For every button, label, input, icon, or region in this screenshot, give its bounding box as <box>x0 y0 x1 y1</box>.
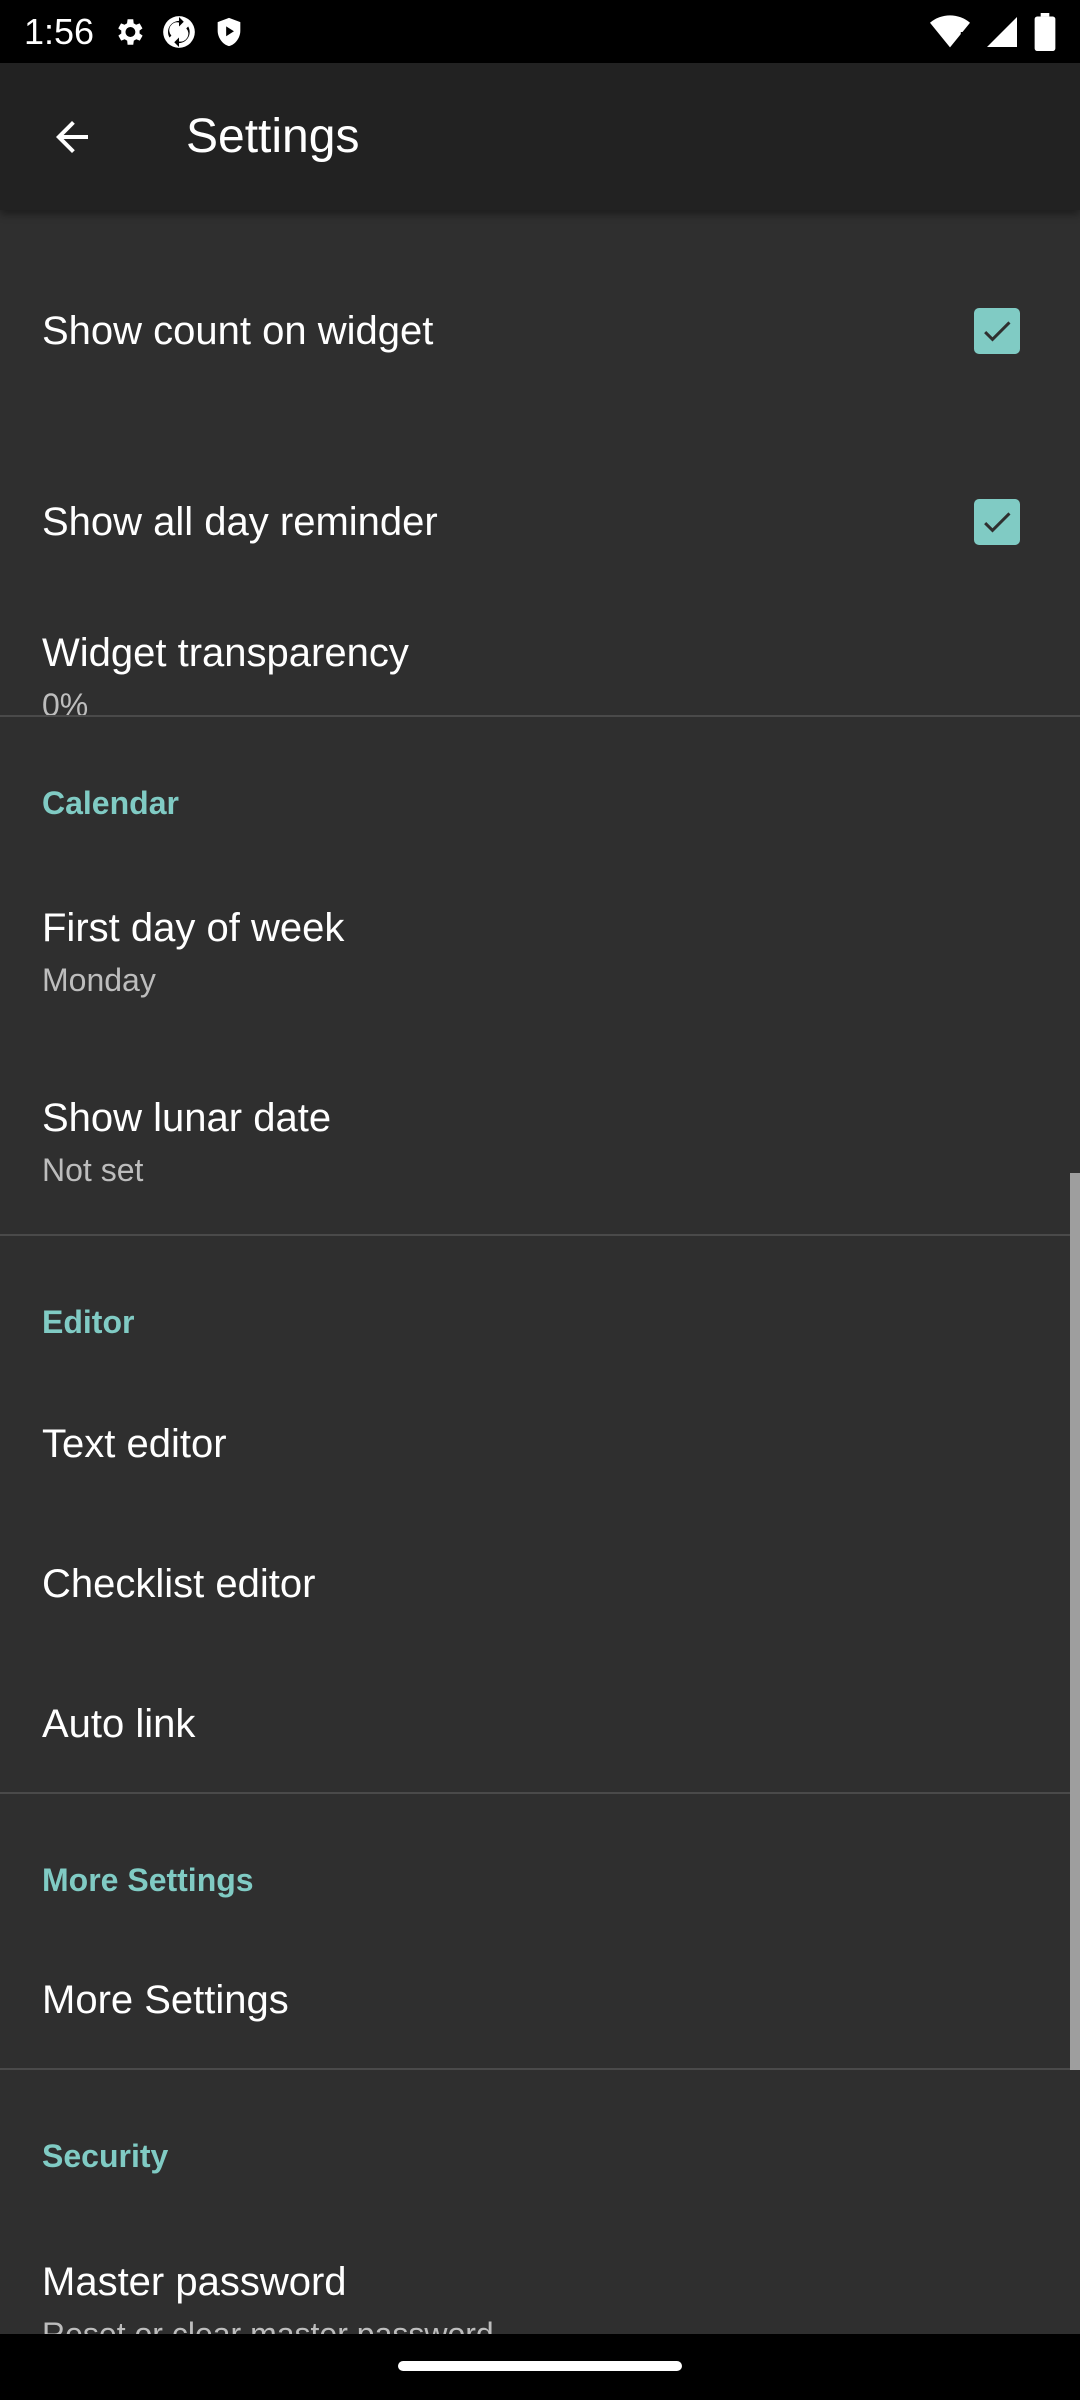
pref-title: Auto link <box>42 1702 196 1746</box>
divider <box>0 1234 1080 1236</box>
pref-master-password[interactable]: Master password Reset or clear master pa… <box>0 2210 1080 2335</box>
pref-text: First day of week Monday <box>42 904 344 999</box>
checkmark-icon <box>984 512 1011 533</box>
pref-widget-transparency[interactable]: Widget transparency 0% <box>0 592 1080 760</box>
status-bar: 1:56 <box>0 0 1080 63</box>
pref-text: Checklist editor <box>42 1560 315 1608</box>
pref-summary: Not set <box>42 1151 144 1188</box>
pref-title: Master password <box>42 2259 347 2304</box>
gear-icon <box>118 18 143 45</box>
show-all-day-checkbox[interactable] <box>974 499 1020 545</box>
pref-title: Checklist editor <box>42 1562 316 1606</box>
category-security: Security <box>42 2138 169 2174</box>
pref-text-editor[interactable]: Text editor <box>0 1374 1080 1514</box>
pref-text: Show count on widget <box>42 307 433 355</box>
pref-checklist-editor[interactable]: Checklist editor <box>0 1514 1080 1654</box>
divider <box>0 1792 1080 1794</box>
pref-title: Show count on widget <box>42 309 434 353</box>
pref-show-count-on-widget[interactable]: Show count on widget <box>0 210 1080 452</box>
shield-play-icon <box>217 17 241 46</box>
pref-title: Show lunar date <box>42 1095 332 1140</box>
category-more-settings: More Settings <box>42 1862 254 1898</box>
pref-more-settings[interactable]: More Settings <box>0 1930 1080 2070</box>
pref-text: Show all day reminder <box>42 498 438 546</box>
pref-summary: 0% <box>42 686 89 723</box>
battery-icon <box>1034 12 1056 51</box>
pref-title: More Settings <box>42 1978 289 2022</box>
pref-title: Show all day reminder <box>42 500 438 544</box>
scrollbar[interactable] <box>1070 1173 1080 2070</box>
back-button[interactable] <box>24 89 120 185</box>
arrow-left-icon <box>56 120 88 153</box>
pref-text: More Settings <box>42 1976 289 2024</box>
settings-list[interactable]: Show count on widget Show all day remind… <box>0 210 1080 2334</box>
status-icons-right <box>930 12 1056 51</box>
sync-icon <box>163 15 195 48</box>
status-time: 1:56 <box>24 10 95 52</box>
pref-text: Show lunar date Not set <box>42 1094 331 1189</box>
pref-text: Master password Reset or clear master pa… <box>42 2258 494 2335</box>
pref-summary: Reset or clear master password <box>42 2315 494 2335</box>
pref-title: First day of week <box>42 905 345 950</box>
pref-text: Text editor <box>42 1420 227 1468</box>
pref-title: Widget transparency <box>42 630 409 675</box>
pref-show-lunar-date[interactable]: Show lunar date Not set <box>0 1046 1080 1236</box>
pref-first-day-of-week[interactable]: First day of week Monday <box>0 856 1080 1046</box>
navigation-bar <box>0 2334 1080 2400</box>
show-count-checkbox[interactable] <box>974 308 1020 354</box>
app-bar: Settings <box>0 63 1080 210</box>
pref-text: Auto link <box>42 1700 195 1748</box>
wifi-alert-icon <box>930 14 970 47</box>
checkmark-icon <box>984 321 1011 342</box>
category-calendar: Calendar <box>42 785 179 821</box>
category-editor: Editor <box>42 1304 135 1340</box>
page-title: Settings <box>186 110 360 163</box>
signal-icon <box>987 16 1017 47</box>
pref-title: Text editor <box>42 1422 227 1466</box>
status-icons-left <box>112 13 246 51</box>
pref-summary: Monday <box>42 961 156 998</box>
pref-show-all-day-reminder[interactable]: Show all day reminder <box>0 452 1080 592</box>
pref-text: Widget transparency 0% <box>42 629 409 724</box>
divider <box>0 715 1080 717</box>
divider <box>0 2068 1080 2070</box>
home-gesture-handle[interactable] <box>398 2361 682 2371</box>
pref-auto-link[interactable]: Auto link <box>0 1654 1080 1794</box>
